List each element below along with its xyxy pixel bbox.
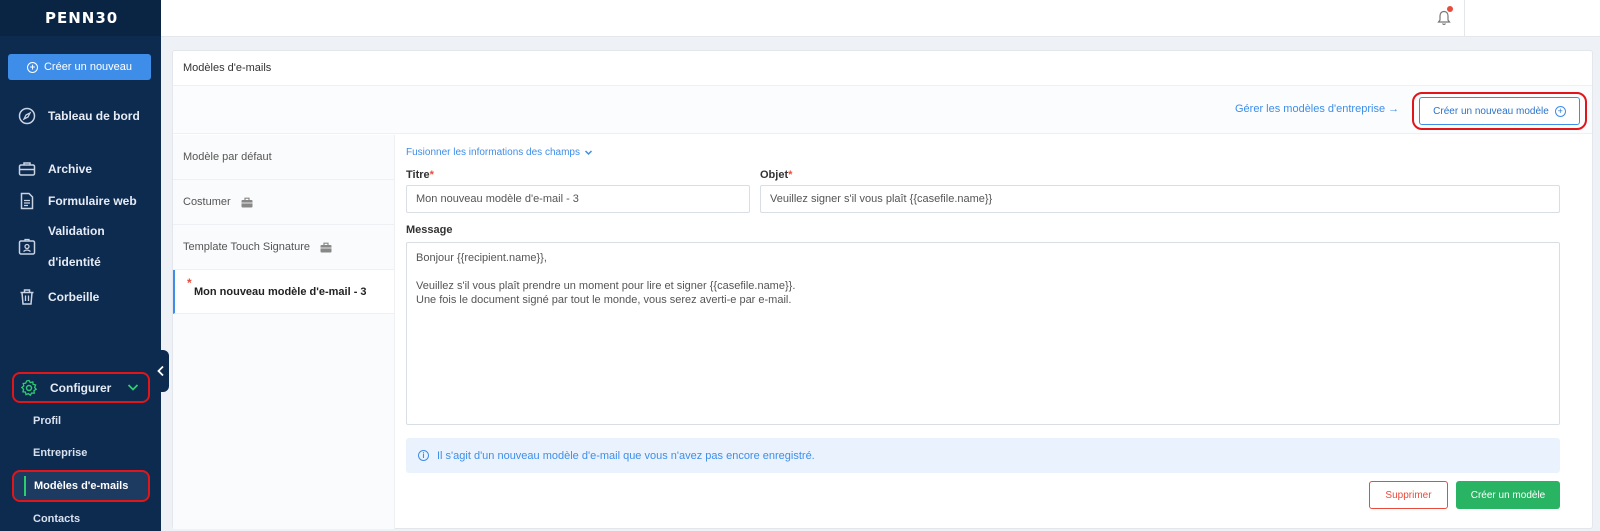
gear-icon — [20, 379, 38, 396]
briefcase-icon — [18, 162, 36, 176]
sidebar-collapse-button[interactable] — [153, 350, 169, 392]
sidebar-item-label: Validation — [48, 224, 105, 238]
bell-icon — [1437, 10, 1451, 26]
sidebar-item-label: d'identité — [48, 255, 101, 269]
email-templates-card: Modèles d'e-mails Gérer les modèles d'en… — [172, 50, 1593, 529]
delete-button[interactable]: Supprimer — [1369, 481, 1448, 509]
subject-input[interactable]: Veuillez signer s'il vous plaît {{casefi… — [760, 185, 1560, 213]
top-divider — [1464, 0, 1465, 37]
template-item-label: Template Touch Signature — [183, 241, 310, 253]
document-icon — [20, 192, 34, 210]
sidebar-item-web-form[interactable]: Formulaire web — [18, 192, 137, 210]
id-card-icon — [18, 238, 36, 255]
template-item-touch-signature[interactable]: Template Touch Signature — [173, 225, 394, 270]
app-logo[interactable]: PENN30 — [0, 0, 161, 36]
create-new-button[interactable]: + Créer un nouveau — [8, 54, 151, 80]
chevron-left-icon — [157, 365, 164, 377]
sidebar-item-archive[interactable]: Archive — [18, 160, 92, 178]
chevron-down-icon — [127, 384, 139, 391]
template-item-label: Costumer — [183, 196, 231, 208]
message-label: Message — [406, 224, 453, 236]
notification-badge — [1447, 6, 1453, 12]
template-item-new[interactable]: * Mon nouveau modèle d'e-mail - 3 — [173, 270, 394, 314]
sidebar-subitem-company[interactable]: Entreprise — [33, 447, 87, 459]
plus-circle-icon: + — [1554, 105, 1566, 117]
sidebar-item-label: Corbeille — [48, 290, 100, 304]
sidebar-subitem-contacts[interactable]: Contacts — [33, 513, 80, 525]
sidebar-item-label: Tableau de bord — [48, 109, 140, 123]
manage-company-templates-link[interactable]: Gérer les modèles d'entreprise → — [1235, 103, 1399, 115]
title-input[interactable]: Mon nouveau modèle d'e-mail - 3 — [406, 185, 750, 213]
arrow-right-icon: → — [1388, 103, 1400, 115]
unsaved-info-banner: i Il s'agit d'un nouveau modèle d'e-mail… — [406, 438, 1560, 473]
create-new-label: Créer un nouveau — [43, 61, 133, 73]
info-text: Il s'agit d'un nouveau modèle d'e-mail q… — [437, 449, 815, 462]
sidebar-subitem-email-templates[interactable]: Modèles d'e-mails — [12, 470, 150, 502]
sidebar-subitem-profile[interactable]: Profil — [33, 415, 61, 427]
create-new-template-button[interactable]: Créer un nouveau modèle + — [1419, 97, 1580, 125]
briefcase-icon — [241, 197, 253, 207]
notifications-button[interactable] — [1437, 6, 1453, 31]
sidebar-item-label: Formulaire web — [48, 194, 137, 208]
sidebar-item-dashboard[interactable]: Tableau de bord — [18, 107, 140, 125]
sidebar: PENN30 + Créer un nouveau Tableau de bor… — [0, 0, 161, 531]
template-item-default[interactable]: Modèle par défaut — [173, 135, 394, 180]
info-icon: i — [418, 450, 429, 461]
create-template-button[interactable]: Créer un modèle — [1456, 481, 1560, 509]
actions-bar: Gérer les modèles d'entreprise → Créer u… — [173, 86, 1592, 134]
top-bar — [161, 0, 1600, 37]
merge-fields-dropdown[interactable]: Fusionner les informations des champs — [406, 147, 593, 158]
configure-label: Configurer — [50, 380, 112, 395]
template-item-label: Modèle par défaut — [183, 151, 272, 163]
plus-circle-icon: + — [26, 61, 38, 73]
merge-fields-label: Fusionner les informations des champs — [406, 147, 580, 158]
template-item-costumer[interactable]: Costumer — [173, 180, 394, 225]
unsaved-marker: * — [187, 276, 192, 290]
template-item-label: Mon nouveau modèle d'e-mail - 3 — [194, 285, 367, 298]
manage-link-label: Gérer les modèles d'entreprise — [1235, 103, 1386, 115]
title-label: Titre* — [406, 169, 434, 181]
sidebar-item-configure[interactable]: Configurer — [12, 372, 150, 403]
message-textarea[interactable]: Bonjour {{recipient.name}}, Veuillez s'i… — [406, 242, 1560, 425]
trash-icon — [20, 289, 34, 305]
sidebar-item-identity-validation[interactable]: Validation d'identité — [18, 224, 105, 269]
subject-label: Objet* — [760, 169, 793, 181]
briefcase-icon — [320, 242, 332, 252]
template-list: Modèle par défaut Costumer Template Touc… — [173, 135, 395, 529]
page-title: Modèles d'e-mails — [173, 51, 1592, 86]
chevron-down-icon — [584, 150, 593, 156]
compass-icon — [18, 107, 36, 125]
sidebar-item-label: Archive — [48, 162, 93, 176]
create-new-template-label: Créer un nouveau modèle — [1433, 105, 1549, 117]
sidebar-item-trash[interactable]: Corbeille — [18, 288, 99, 306]
